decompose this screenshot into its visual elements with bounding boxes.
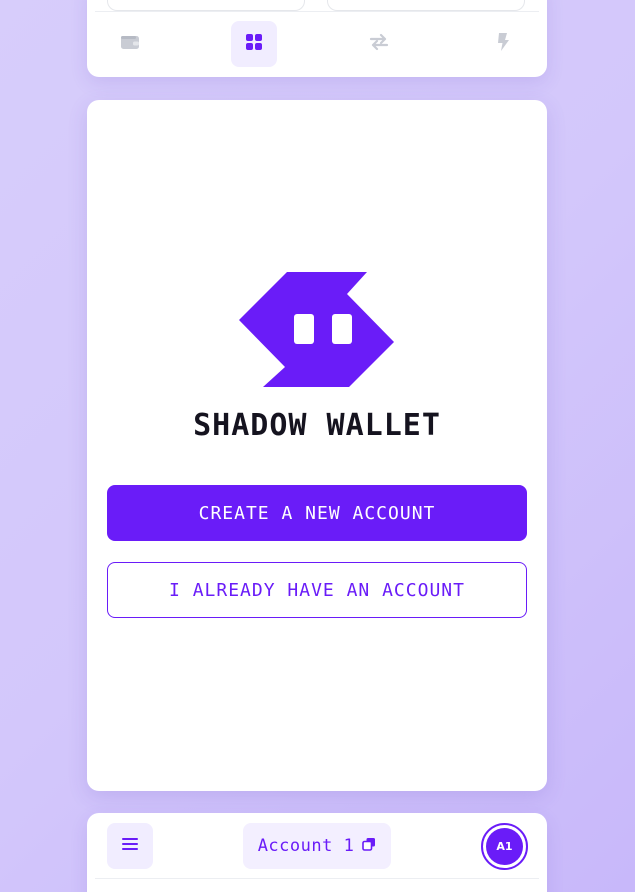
top-nav-bar xyxy=(87,21,547,67)
top-nav-card xyxy=(87,0,547,77)
avatar: A1 xyxy=(486,828,523,865)
nav-wallet-button[interactable] xyxy=(107,21,153,67)
copy-icon[interactable] xyxy=(362,836,376,856)
wallet-icon xyxy=(120,34,140,54)
top-right-panel xyxy=(327,0,525,11)
swap-arrows-icon xyxy=(369,33,389,55)
create-account-button[interactable]: CREATE A NEW ACCOUNT xyxy=(107,485,527,541)
top-left-panel xyxy=(107,0,305,11)
menu-button[interactable] xyxy=(107,823,153,869)
top-divider xyxy=(95,11,539,12)
bottom-divider xyxy=(95,878,539,879)
shadow-wallet-logo xyxy=(239,272,395,388)
hamburger-menu-icon xyxy=(121,836,139,856)
nav-apps-button[interactable] xyxy=(231,21,277,67)
account-selector[interactable]: Account 1 xyxy=(243,823,391,869)
onboarding-card: SHADOW WALLET CREATE A NEW ACCOUNT I ALR… xyxy=(87,100,547,791)
avatar-button[interactable]: A1 xyxy=(481,823,528,870)
existing-account-button[interactable]: I ALREADY HAVE AN ACCOUNT xyxy=(107,562,527,618)
account-bar-card: Account 1 A1 xyxy=(87,813,547,892)
nav-lightning-button[interactable] xyxy=(480,21,526,67)
nav-swap-button[interactable] xyxy=(356,21,402,67)
apps-grid-icon xyxy=(245,33,263,55)
lightning-icon xyxy=(495,32,511,56)
brand-title: SHADOW WALLET xyxy=(193,408,441,443)
account-name: Account 1 xyxy=(257,836,355,856)
